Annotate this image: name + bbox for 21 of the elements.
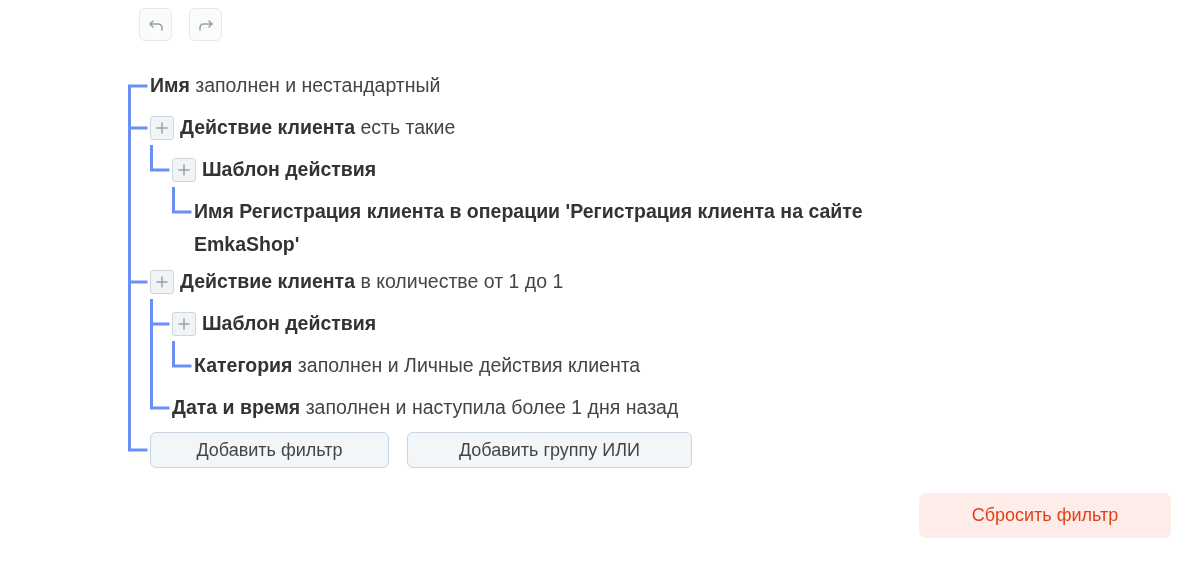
plus-icon [155,275,169,289]
filter-condition: Действие клиента в количестве от 1 до 1 [180,269,564,294]
filter-condition: Категория заполнен и Личные действия клиента [194,353,641,378]
filter-condition: Шаблон действия [202,311,377,336]
plus-icon [155,121,169,135]
expand-button[interactable] [172,312,196,336]
plus-icon [177,163,191,177]
filter-condition: Шаблон действия [202,157,377,182]
reset-filter-button[interactable]: Сбросить фильтр [919,493,1171,538]
filter-condition: Имя заполнен и нестандартный [150,73,441,98]
filter-condition: Действие клиента есть такие [180,115,456,140]
expand-button[interactable] [150,116,174,140]
redo-button[interactable] [189,8,222,41]
filter-condition: Дата и время заполнен и наступила более 1 дня назад [172,395,679,420]
expand-button[interactable] [172,158,196,182]
filter-condition: Имя Регистрация клиента в операции 'Регистрация клиента на сайте EmkaShop' [194,199,864,257]
expand-button[interactable] [150,270,174,294]
add-button[interactable]: Добавить фильтр [150,432,389,468]
undo-button[interactable] [139,8,172,41]
add-button[interactable]: Добавить группу ИЛИ [407,432,692,468]
plus-icon [177,317,191,331]
